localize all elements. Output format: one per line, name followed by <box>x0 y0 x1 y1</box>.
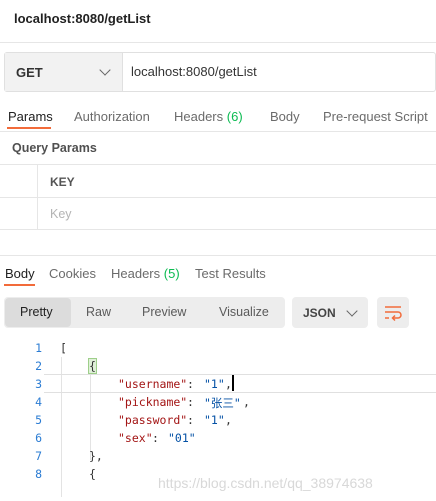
tab-params[interactable]: Params <box>8 109 53 124</box>
divider <box>0 131 436 132</box>
code-token: }, <box>89 449 103 463</box>
chevron-down-icon <box>346 305 358 317</box>
code-token: : <box>187 395 201 409</box>
json-key: "username" <box>118 377 188 391</box>
key-column-header: KEY <box>37 164 436 198</box>
json-value: "1" <box>204 413 225 427</box>
line-number: 3 <box>35 377 42 391</box>
tab-response-body[interactable]: Body <box>5 266 35 281</box>
line-number: 8 <box>35 467 42 481</box>
tab-test-results[interactable]: Test Results <box>195 266 266 281</box>
tab-cookies[interactable]: Cookies <box>49 266 96 281</box>
view-mode-raw[interactable]: Raw <box>86 305 111 319</box>
tab-response-headers[interactable]: Headers (5) <box>111 266 180 281</box>
json-key: "password" <box>118 413 188 427</box>
code-token: : <box>187 413 201 427</box>
line-number: 5 <box>35 413 42 427</box>
code-token: , <box>225 413 232 427</box>
code-token: , <box>243 395 250 409</box>
divider <box>0 42 436 43</box>
method-select[interactable]: GET <box>5 53 123 91</box>
method-label: GET <box>16 65 43 80</box>
key-header-label: KEY <box>50 175 75 189</box>
chevron-down-icon <box>99 64 111 76</box>
watermark: https://blog.csdn.net/qq_38974638 <box>158 475 373 491</box>
request-title: localhost:8080/getList <box>14 11 151 26</box>
tab-response-headers-label: Headers <box>111 266 161 281</box>
view-mode-selector: Pretty Raw Preview Visualize <box>4 297 285 328</box>
json-value: "01" <box>168 431 196 445</box>
code-token: , <box>225 377 232 391</box>
format-select[interactable]: JSON <box>292 297 368 328</box>
view-mode-preview[interactable]: Preview <box>142 305 186 319</box>
line-number: 2 <box>35 359 42 373</box>
code-token: { <box>89 467 96 481</box>
view-mode-visualize[interactable]: Visualize <box>219 305 269 319</box>
format-label: JSON <box>303 306 336 320</box>
line-number: 7 <box>35 449 42 463</box>
json-value: "1" <box>204 377 225 391</box>
code-token: : <box>152 431 166 445</box>
table-cell <box>0 197 38 230</box>
view-mode-pretty[interactable]: Pretty <box>20 305 53 319</box>
url-input[interactable]: localhost:8080/getList <box>131 64 257 79</box>
active-tab-indicator <box>7 127 51 129</box>
tab-headers-label: Headers <box>174 109 224 124</box>
table-cell <box>0 164 38 198</box>
url-bar: GET localhost:8080/getList <box>4 52 436 92</box>
line-number: 1 <box>35 341 42 355</box>
json-key: "pickname" <box>118 395 188 409</box>
headers-count: (6) <box>226 109 243 124</box>
text-cursor <box>232 375 234 391</box>
wrap-lines-icon <box>385 306 402 322</box>
key-placeholder: Key <box>50 207 72 221</box>
divider <box>0 255 436 256</box>
code-token: { <box>88 358 97 374</box>
current-line-highlight <box>44 374 436 393</box>
json-key: "sex" <box>118 431 153 445</box>
tab-headers[interactable]: Headers (6) <box>174 109 243 124</box>
active-tab-indicator <box>4 284 35 286</box>
response-headers-count: (5) <box>163 266 180 281</box>
tab-pre-request-script[interactable]: Pre-request Script <box>323 109 428 124</box>
code-token: : <box>187 377 201 391</box>
tab-body[interactable]: Body <box>270 109 300 124</box>
line-number: 4 <box>35 395 42 409</box>
wrap-lines-button[interactable] <box>377 297 409 328</box>
tab-authorization[interactable]: Authorization <box>74 109 150 124</box>
key-input[interactable]: Key <box>37 197 436 230</box>
line-number: 6 <box>35 431 42 445</box>
json-value: "张三" <box>204 396 241 410</box>
query-params-title: Query Params <box>12 141 97 155</box>
code-token: [ <box>60 341 67 355</box>
